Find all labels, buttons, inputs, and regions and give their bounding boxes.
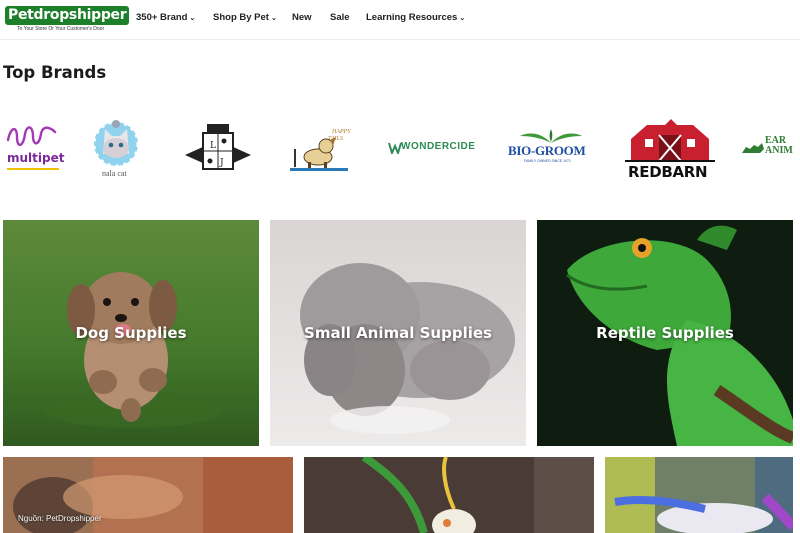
image-credit: Nguồn: PetDropshipper [18,514,102,523]
brand-redbarn[interactable]: REDBARN [625,117,715,181]
brand-earth-animal[interactable]: EAR ANIM [740,136,800,160]
nav-new-label: New [292,12,312,23]
chevron-down-icon: ⌄ [459,15,466,22]
lord-jameson-logo: L J [185,124,251,170]
brand-bio-groom[interactable]: BIO-GROOM FAMILY OWNED SINCE 1971 [506,128,596,168]
section-title-top-brands: Top Brands [3,63,107,82]
site-logo[interactable]: Petdropshipper To Your Store Or Your Cus… [5,6,130,34]
nav-learning-resources-label: Learning Resources [366,12,458,23]
nav-brands-label: 350+ Brand [136,12,188,23]
wondercide-w-icon [388,142,402,154]
redbarn-text-band: REDBARN [625,160,715,181]
svg-text:L: L [210,141,216,151]
category-small-animal-supplies-label: Small Animal Supplies [304,324,492,342]
nav-sale-label: Sale [330,12,350,23]
brand-multipet-text: multipet [7,151,65,165]
brand-wondercide-text: WONDERCIDE [401,141,476,152]
brand-nala-cat-text: nala cat [102,169,127,178]
category-dog-supplies[interactable]: Dog Supplies [3,220,259,446]
brand-bio-groom-tagline: FAMILY OWNED SINCE 1971 [524,159,571,163]
category-fish-tile[interactable] [605,457,793,533]
redbarn-logo [631,119,709,161]
bird-photo [304,457,594,533]
brand-lord-jameson[interactable]: L J [183,122,253,174]
category-dog-supplies-label: Dog Supplies [75,324,187,342]
bio-groom-leaf-icon [520,129,582,143]
svg-text:HAPPY: HAPPY [331,129,351,135]
category-small-animal-supplies[interactable]: Small Animal Supplies [270,220,526,446]
nav-sale[interactable]: Sale [330,12,350,23]
brand-happy-tails[interactable]: HAPPY TAILS [288,124,360,174]
logo-wordmark: Petdropshipper [5,6,130,25]
nav-shop-by-pet[interactable]: Shop By Pet ⌄ [213,12,277,23]
category-reptile-supplies-label: Reptile Supplies [596,324,734,342]
nav-new[interactable]: New [292,12,312,23]
nav-brands[interactable]: 350+ Brand ⌄ [136,12,195,23]
earth-animal-dog-icon [742,143,764,153]
category-bird-tile[interactable] [304,457,594,533]
chevron-down-icon: ⌄ [270,15,277,22]
svg-text:J: J [219,158,224,168]
logo-tagline: To Your Store Or Your Customer's Door [17,26,105,32]
top-nav: Petdropshipper To Your Store Or Your Cus… [0,0,800,40]
chevron-down-icon: ⌄ [189,15,196,22]
brand-bio-groom-text: BIO-GROOM [508,143,586,158]
category-reptile-supplies[interactable]: Reptile Supplies [537,220,793,446]
multipet-underline [7,168,59,170]
brand-redbarn-text: REDBARN [628,163,708,181]
nav-shop-by-pet-label: Shop By Pet [213,12,269,23]
nav-learning-resources[interactable]: Learning Resources ⌄ [366,12,465,23]
happy-dog-logo: HAPPY TAILS [290,129,351,171]
multipet-logo [6,126,57,147]
brand-earth-animal-text-2: ANIM [765,145,793,156]
fish-photo [605,457,793,533]
brand-wondercide[interactable]: WONDERCIDE [388,140,480,156]
brand-multipet[interactable]: multipet [5,122,65,172]
brand-nala-cat[interactable]: nala cat [86,116,146,178]
